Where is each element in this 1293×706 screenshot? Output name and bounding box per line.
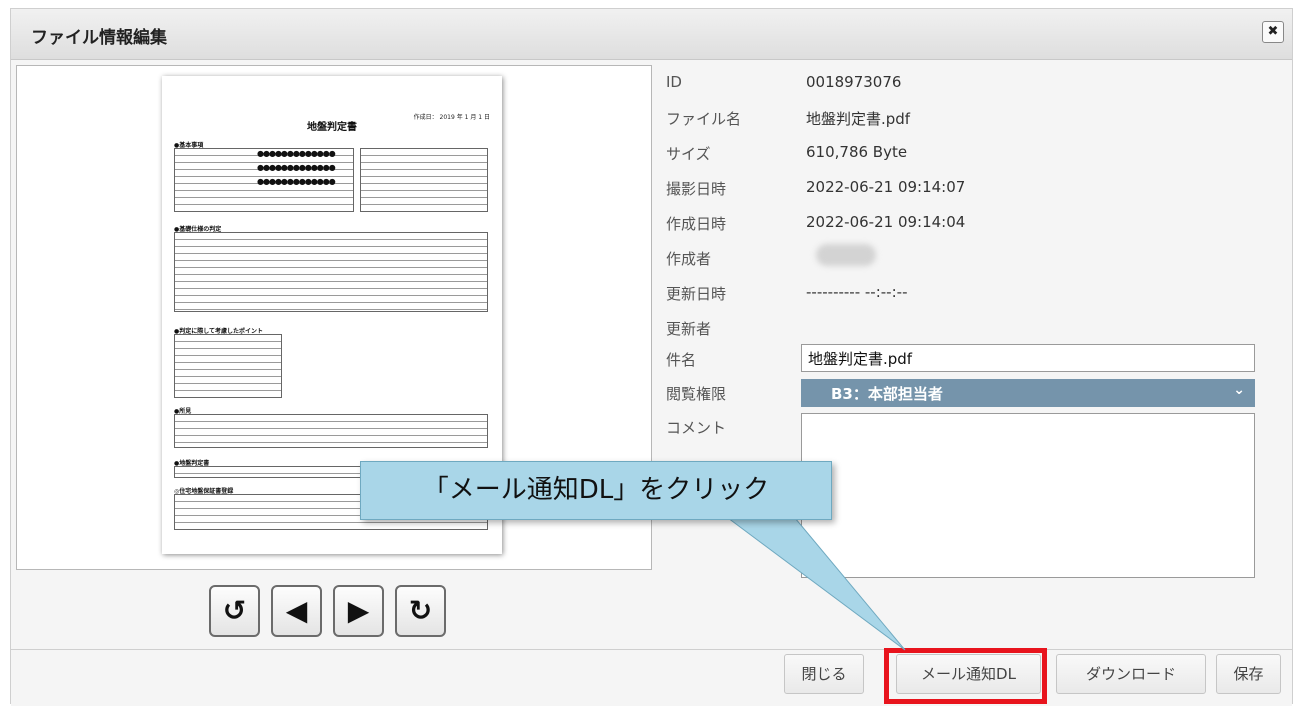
instruction-callout: 「メール通知DL」をクリック [360,461,832,520]
callout-pointer [718,511,906,651]
callout-tail-shape [718,511,906,651]
